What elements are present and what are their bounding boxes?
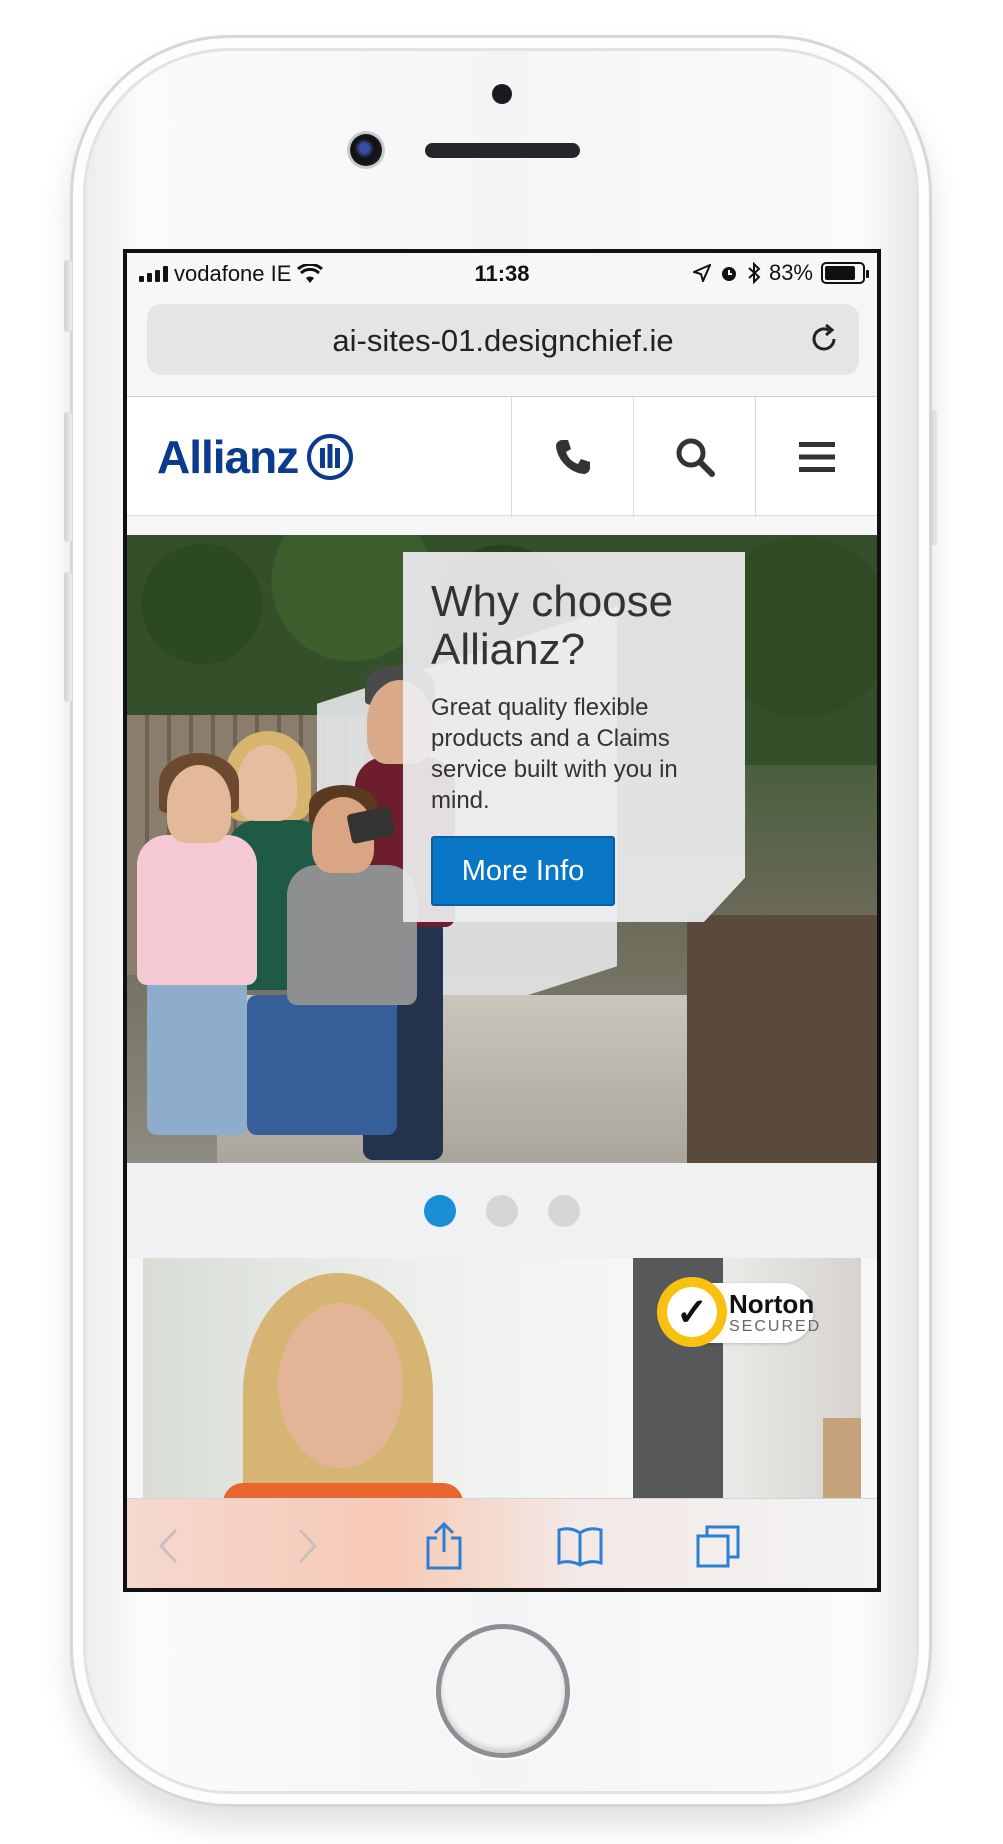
back-icon: [158, 1528, 178, 1564]
battery-icon: [821, 262, 869, 284]
share-icon: [426, 1521, 462, 1570]
front-camera: [350, 134, 382, 166]
url-text[interactable]: ai-sites-01.designchief.ie: [147, 323, 859, 359]
volume-up-button: [64, 412, 72, 542]
forward-button[interactable]: [283, 1521, 333, 1571]
promo-photo-face: [278, 1303, 403, 1468]
search-button[interactable]: [633, 397, 755, 517]
alarm-icon: [721, 267, 736, 281]
site-header: Allianz: [127, 396, 877, 517]
promo-image: ✓ Norton SECURED: [143, 1258, 861, 1498]
reload-icon[interactable]: [807, 322, 841, 356]
norton-sub: SECURED: [729, 1318, 822, 1335]
checkmark-icon: ✓: [657, 1277, 727, 1347]
norton-name: Norton: [729, 1289, 815, 1319]
hero-photo-garden: [687, 915, 877, 1163]
allianz-eagle-icon: [307, 434, 354, 480]
power-button: [930, 410, 938, 545]
volume-down-button: [64, 572, 72, 702]
safari-toolbar: [127, 1498, 877, 1588]
carousel-dot[interactable]: [486, 1194, 518, 1227]
tabs-icon: [696, 1525, 740, 1568]
search-icon: [676, 438, 715, 477]
earpiece-speaker: [425, 143, 580, 158]
phone-icon: [555, 440, 590, 474]
norton-secured-badge[interactable]: ✓ Norton SECURED: [657, 1277, 819, 1347]
hero-text: Great quality flexible products and a Cl…: [431, 694, 678, 814]
more-info-button[interactable]: More Info: [431, 836, 615, 906]
hero-title: Why choose Allianz?: [431, 577, 674, 674]
address-bar[interactable]: ai-sites-01.designchief.ie: [147, 304, 859, 375]
carousel-dots: [127, 1163, 877, 1258]
forward-icon: [298, 1528, 318, 1564]
call-button[interactable]: [511, 397, 633, 517]
menu-button[interactable]: [755, 397, 877, 517]
promo-photo-cabinet: [823, 1418, 861, 1498]
hero-photo-figure: [147, 975, 247, 1135]
bluetooth-icon: [748, 262, 761, 284]
bookmarks-icon: [557, 1527, 603, 1567]
screen: vodafone IE 11:38 83% ai-sites-01.design…: [123, 249, 881, 1592]
logo-wordmark: Allianz: [157, 431, 299, 483]
hero-slide: Why choose Allianz? Great quality flexib…: [127, 535, 877, 1163]
bookmarks-button[interactable]: [555, 1521, 605, 1571]
hero-photo-figure: [237, 745, 297, 821]
allianz-logo[interactable]: Allianz: [157, 430, 354, 484]
location-icon: [692, 264, 711, 282]
mute-switch: [64, 260, 72, 332]
back-button[interactable]: [143, 1521, 193, 1571]
hero-card: Why choose Allianz? Great quality flexib…: [403, 552, 745, 922]
tabs-button[interactable]: [693, 1521, 743, 1571]
status-bar: vodafone IE 11:38 83%: [127, 253, 877, 291]
carousel-dot[interactable]: [424, 1194, 456, 1227]
proximity-sensor: [492, 84, 512, 104]
home-button[interactable]: [436, 1624, 570, 1758]
menu-icon: [798, 442, 835, 472]
hero-photo-figure: [137, 835, 257, 985]
hero-photo-figure: [167, 765, 231, 843]
hero-photo-figure: [287, 865, 417, 1005]
carousel-dot[interactable]: [548, 1194, 580, 1227]
promo-photo-shirt: [223, 1483, 463, 1498]
share-button[interactable]: [419, 1521, 469, 1571]
battery-percent: 83%: [768, 260, 813, 285]
hero-photo-figure: [247, 995, 397, 1135]
